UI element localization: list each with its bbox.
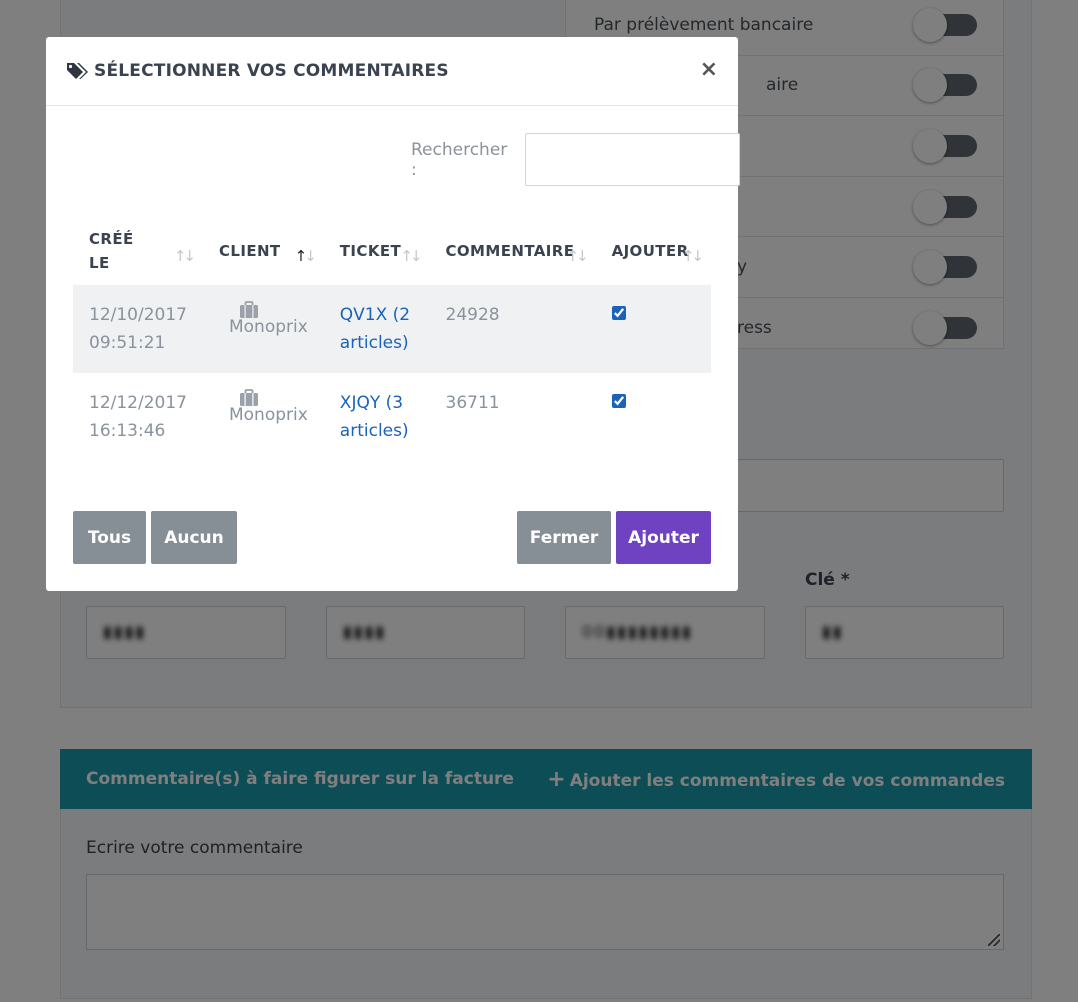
search-label: Rechercher : [411,139,508,180]
col-header-label: CRÉÉ LE [89,230,134,272]
date-text: 12/10/2017 [89,305,187,325]
add-checkbox[interactable] [611,306,626,320]
cell-created: 12/12/2017 16:13:46 [73,373,203,461]
cell-comment: 24928 [429,285,596,373]
ticket-link[interactable]: QV1X (2 articles) [340,301,414,357]
sort-icon: ↑↓ [566,246,588,265]
modal-title-text: SÉLECTIONNER VOS COMMENTAIRES [94,61,449,81]
client-name: Monoprix [228,317,308,337]
col-header-label: COMMENTAIRE [445,242,575,260]
ticket-text: articles) [339,421,409,441]
ticket-text: QV1X (2 [339,305,411,325]
close-button[interactable]: Fermer [517,511,611,564]
cell-comment: 36711 [430,373,596,461]
ticket-text: XJQY (3 [339,393,404,413]
table-row: 12/12/2017 16:13:46 Monoprix XJQY (3 arti… [73,373,711,461]
cell-add [596,373,711,461]
select-comments-modal: SÉLECTIONNER VOS COMMENTAIRES × Recherch… [46,37,741,591]
cell-ticket: QV1X (2 articles) [323,285,430,373]
cell-created: 12/10/2017 09:51:21 [73,285,203,373]
sort-icon: ↑↓ [681,246,704,265]
modal-header: SÉLECTIONNER VOS COMMENTAIRES × [46,37,738,106]
col-header-client[interactable]: CLIENT ↑↓ [203,217,324,285]
modal-title: SÉLECTIONNER VOS COMMENTAIRES [66,61,449,81]
close-icon[interactable]: × [700,59,718,81]
sort-asc-icon: ↑↓ [294,246,317,265]
table-row: 12/10/2017 09:51:21 Monoprix QV1X (2 arti… [73,285,711,373]
search-input[interactable] [524,133,741,186]
time-text: 16:13:46 [89,421,166,441]
add-button[interactable]: Ajouter [616,511,711,564]
cell-ticket: XJQY (3 articles) [324,373,430,461]
cell-add [595,285,711,373]
col-header-ticket[interactable]: TICKET ↑↓ [324,217,430,285]
comment-text: 36711 [445,393,500,413]
date-text: 12/12/2017 [89,393,187,413]
comment-text: 24928 [445,305,500,325]
search-row: Rechercher : [411,133,741,186]
cell-client: Monoprix [203,373,324,461]
col-header-created[interactable]: CRÉÉ LE ↑↓ [73,217,203,285]
comments-table: CRÉÉ LE ↑↓ CLIENT ↑↓ TICKET ↑↓ COMMENTAI… [73,217,711,461]
table-header-row: CRÉÉ LE ↑↓ CLIENT ↑↓ TICKET ↑↓ COMMENTAI… [73,217,711,285]
time-text: 09:51:21 [89,333,166,353]
col-header-label: AJOUTER [611,242,689,260]
col-header-add[interactable]: AJOUTER ↑↓ [596,217,711,285]
tags-icon [67,63,88,79]
col-header-label: TICKET [339,242,402,260]
add-checkbox[interactable] [611,394,626,408]
select-all-button[interactable]: Tous [73,511,146,564]
ticket-link[interactable]: XJQY (3 articles) [340,389,414,445]
select-none-button[interactable]: Aucun [151,511,237,564]
client-name: Monoprix [228,405,308,425]
col-header-label: CLIENT [218,242,281,260]
sort-icon: ↑↓ [400,246,422,265]
ticket-text: articles) [339,333,409,353]
cell-client: Monoprix [202,285,324,373]
sort-icon: ↑↓ [173,246,196,265]
col-header-comment[interactable]: COMMENTAIRE ↑↓ [430,217,596,285]
